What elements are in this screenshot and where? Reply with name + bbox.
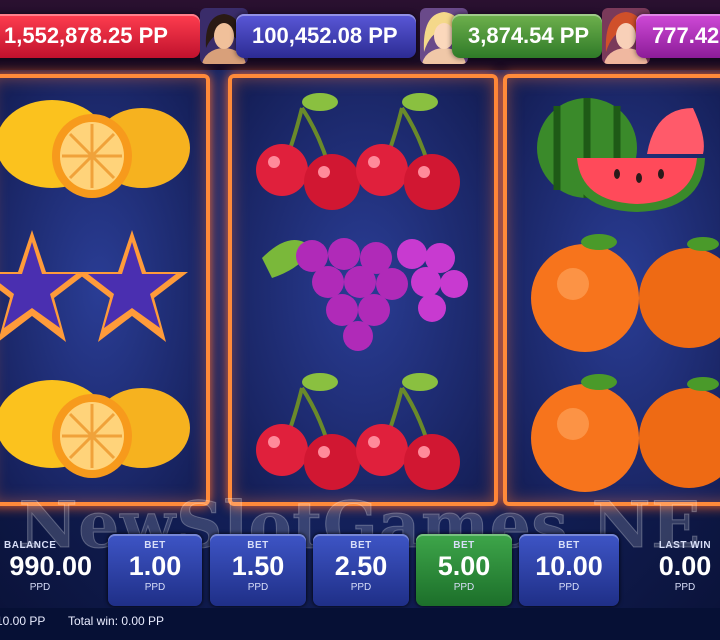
reel-2 bbox=[228, 74, 498, 506]
reel-3 bbox=[503, 74, 720, 506]
last-win-display: LAST WIN 0.00 PPD bbox=[630, 534, 720, 606]
status-footer: 10.00 PP Total win: 0.00 PP bbox=[0, 608, 720, 640]
bet-unit: PPD bbox=[558, 582, 580, 593]
orange-icon bbox=[507, 358, 720, 498]
jackpot-blue: 100,452.08 PP bbox=[236, 14, 416, 58]
bet-label: BET bbox=[558, 540, 580, 551]
bet-button-4-selected[interactable]: BET 5.00 PPD bbox=[416, 534, 512, 606]
lemon-icon bbox=[0, 78, 206, 218]
balance-amount: 990.00 bbox=[9, 551, 92, 581]
bet-unit: PPD bbox=[453, 582, 475, 593]
cherries-icon bbox=[232, 358, 494, 498]
jackpot-blue-value: 100,452.08 PP bbox=[252, 23, 398, 48]
slot-game-screen: 1,552,878.25 PP 100,452.08 PP 3,874.54 P… bbox=[0, 0, 720, 640]
bet-label: BET bbox=[144, 540, 166, 551]
bet-status-text: 10.00 PP bbox=[0, 614, 46, 628]
bet-amount: 10.00 bbox=[535, 551, 603, 581]
grapes-icon bbox=[232, 218, 494, 358]
bet-button-1[interactable]: BET 1.00 PPD bbox=[108, 534, 202, 606]
bet-label: BET bbox=[247, 540, 269, 551]
total-win-text: Total win: 0.00 PP bbox=[68, 614, 165, 628]
jackpot-red-value: 1,552,878.25 PP bbox=[4, 23, 168, 48]
orange-icon bbox=[507, 218, 720, 358]
bet-amount: 5.00 bbox=[437, 551, 491, 581]
balance-label: BALANCE bbox=[4, 540, 57, 551]
jackpot-purple-value: 777.42 bbox=[652, 23, 720, 48]
jackpot-green: 3,874.54 PP bbox=[452, 14, 602, 58]
watermelon-icon bbox=[507, 78, 720, 218]
cherries-icon bbox=[232, 78, 494, 218]
bet-controls: BALANCE 990.00 PPD BET 1.00 PPD BET 1.50… bbox=[0, 528, 720, 608]
jackpot-bar: 1,552,878.25 PP 100,452.08 PP 3,874.54 P… bbox=[0, 0, 720, 70]
bet-button-5[interactable]: BET 10.00 PPD bbox=[519, 534, 619, 606]
last-win-amount: 0.00 bbox=[658, 551, 712, 581]
jackpot-red: 1,552,878.25 PP bbox=[0, 14, 200, 58]
bet-button-2[interactable]: BET 1.50 PPD bbox=[210, 534, 306, 606]
lemon-icon bbox=[0, 358, 206, 498]
reel-1 bbox=[0, 74, 210, 506]
bet-label: BET bbox=[350, 540, 372, 551]
jackpot-purple: 777.42 bbox=[636, 14, 720, 58]
bet-unit: PPD bbox=[144, 582, 166, 593]
bet-unit: PPD bbox=[247, 582, 269, 593]
bet-unit: PPD bbox=[350, 582, 372, 593]
balance-display: BALANCE 990.00 PPD bbox=[0, 534, 96, 606]
balance-unit: PPD bbox=[29, 582, 51, 593]
bet-button-3[interactable]: BET 2.50 PPD bbox=[313, 534, 409, 606]
star-icon bbox=[0, 218, 206, 358]
bet-amount: 2.50 bbox=[334, 551, 388, 581]
last-win-unit: PPD bbox=[674, 582, 696, 593]
bet-label: BET bbox=[453, 540, 475, 551]
bet-amount: 1.00 bbox=[128, 551, 182, 581]
jackpot-green-value: 3,874.54 PP bbox=[468, 23, 590, 48]
last-win-label: LAST WIN bbox=[658, 540, 712, 551]
bet-amount: 1.50 bbox=[231, 551, 285, 581]
